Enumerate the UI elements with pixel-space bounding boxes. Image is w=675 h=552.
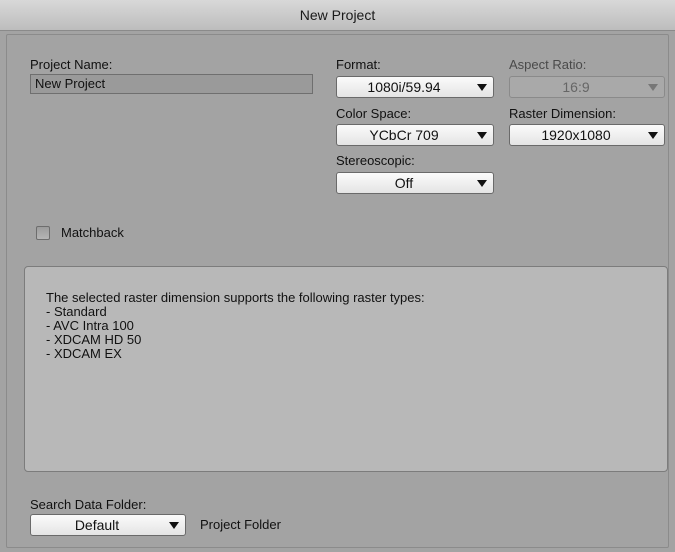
project-name-field[interactable]: New Project <box>30 74 313 94</box>
format-dropdown[interactable]: 1080i/59.94 <box>336 76 494 98</box>
search-data-folder-dropdown[interactable]: Default <box>30 514 186 536</box>
search-data-folder-label: Search Data Folder: <box>30 497 147 512</box>
info-item: - Standard <box>46 304 107 319</box>
stereoscopic-value: Off <box>394 175 414 191</box>
raster-types-info-box: The selected raster dimension supports t… <box>24 266 668 472</box>
info-heading: The selected raster dimension supports t… <box>46 290 425 305</box>
format-value: 1080i/59.94 <box>367 79 441 95</box>
color-space-dropdown[interactable]: YCbCr 709 <box>336 124 494 146</box>
window-title: New Project <box>299 7 376 23</box>
stereoscopic-dropdown[interactable]: Off <box>336 172 494 194</box>
stereoscopic-label: Stereoscopic: <box>336 153 415 168</box>
format-label: Format: <box>336 57 381 72</box>
matchback-checkbox[interactable] <box>36 226 50 240</box>
info-item: - XDCAM HD 50 <box>46 332 142 347</box>
project-name-label: Project Name: <box>30 57 113 72</box>
chevron-down-icon <box>169 522 179 529</box>
chevron-down-icon <box>477 84 487 91</box>
chevron-down-icon <box>477 132 487 139</box>
raster-dimension-label: Raster Dimension: <box>509 106 616 121</box>
info-item: - XDCAM EX <box>46 346 122 361</box>
window-titlebar[interactable]: New Project <box>0 0 675 31</box>
raster-dimension-dropdown[interactable]: 1920x1080 <box>509 124 665 146</box>
search-data-folder-value: Default <box>74 517 120 533</box>
aspect-ratio-label: Aspect Ratio: <box>509 57 587 72</box>
aspect-ratio-value: 16:9 <box>562 79 590 95</box>
raster-dimension-value: 1920x1080 <box>541 127 611 143</box>
info-item: - AVC Intra 100 <box>46 318 134 333</box>
aspect-ratio-dropdown: 16:9 <box>509 76 665 98</box>
project-folder-label: Project Folder <box>200 517 281 532</box>
matchback-label[interactable]: Matchback <box>61 225 124 240</box>
color-space-label: Color Space: <box>336 106 412 121</box>
chevron-down-icon <box>648 132 658 139</box>
color-space-value: YCbCr 709 <box>369 127 439 143</box>
chevron-down-icon <box>648 84 658 91</box>
chevron-down-icon <box>477 180 487 187</box>
